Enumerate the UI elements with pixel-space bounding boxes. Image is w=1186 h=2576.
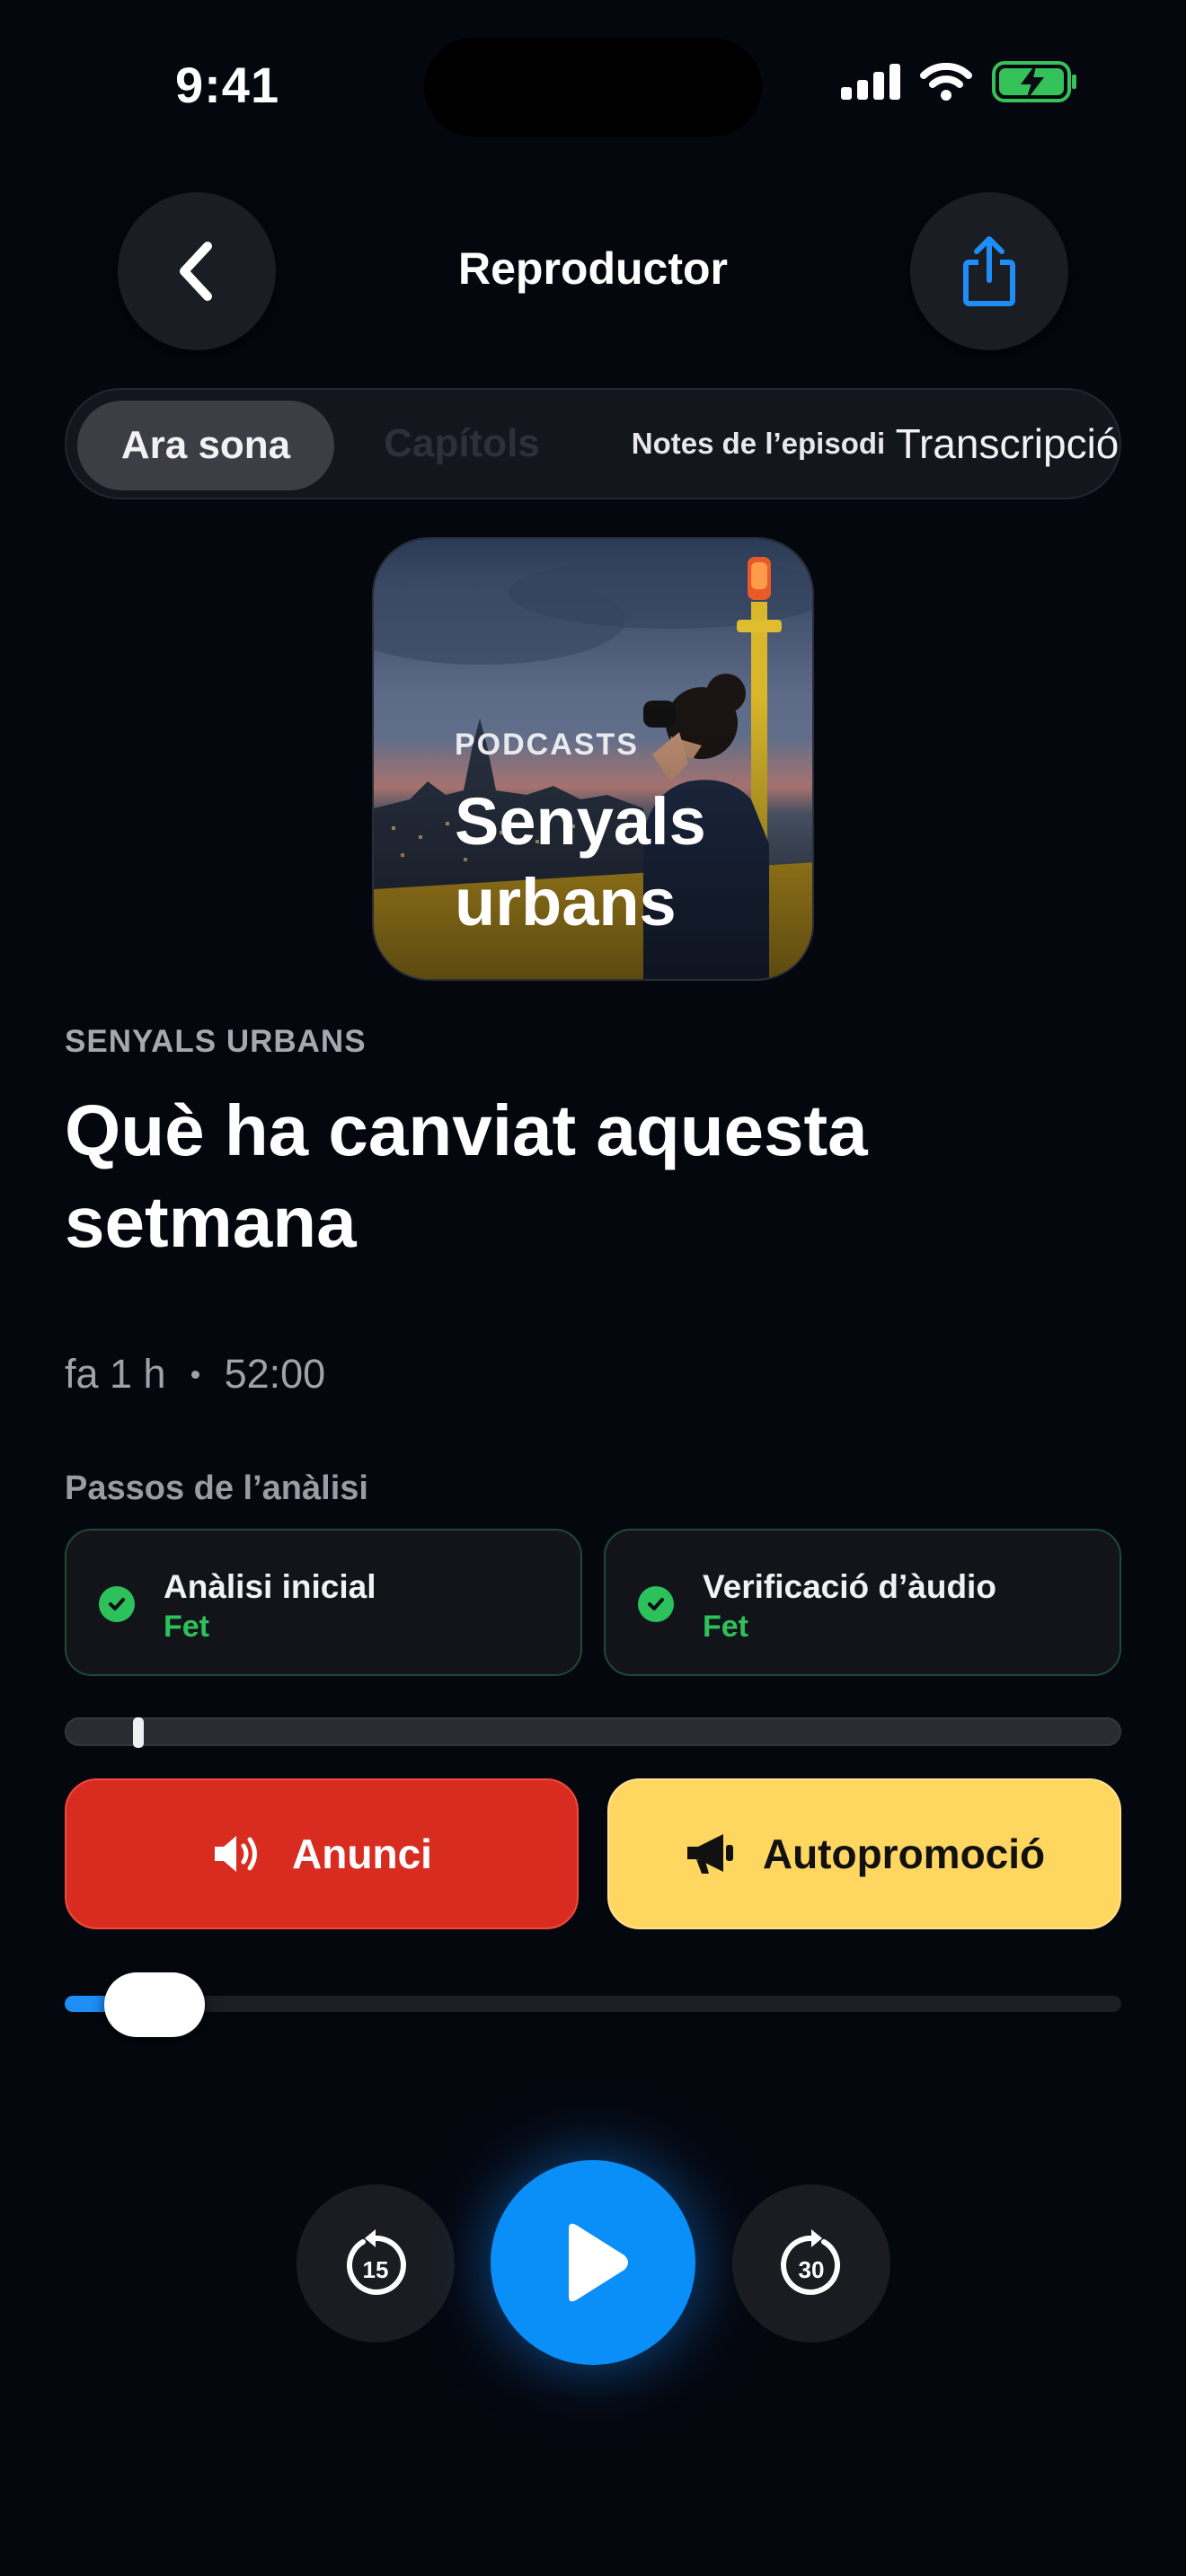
episode-title: Què ha canviat aquesta setmana bbox=[65, 1090, 868, 1262]
show-name: SENYALS URBANS bbox=[65, 1024, 367, 1059]
megaphone-icon bbox=[686, 1834, 733, 1874]
checkmark-icon bbox=[99, 1586, 135, 1622]
self-promo-label: Autopromoció bbox=[762, 1831, 1046, 1877]
ad-segment-button[interactable]: Anunci bbox=[65, 1778, 579, 1929]
podcast-artwork: PODCASTS Senyals urbans bbox=[372, 537, 814, 981]
step-status: Fet bbox=[164, 1610, 209, 1644]
status-icons bbox=[841, 61, 1078, 102]
step-name: Anàlisi inicial bbox=[164, 1568, 376, 1605]
artwork-title-line-1: Senyals bbox=[455, 784, 706, 859]
episode-duration: 52:00 bbox=[224, 1351, 326, 1397]
tab-transcript[interactable]: Transcripció bbox=[859, 390, 1155, 498]
wifi-icon bbox=[920, 63, 972, 101]
analysis-steps-label: Passos de l’anàlisi bbox=[65, 1469, 368, 1507]
cellular-signal-icon bbox=[841, 64, 900, 100]
artwork-label: PODCASTS bbox=[455, 728, 639, 762]
status-time: 9:41 bbox=[175, 57, 280, 113]
play-icon bbox=[569, 2223, 628, 2302]
self-promo-segment-button[interactable]: Autopromoció bbox=[607, 1778, 1121, 1929]
skip-back-icon: 15 bbox=[347, 2229, 406, 2295]
skip-back-15-button[interactable]: 15 bbox=[296, 2184, 455, 2342]
step-name: Verificació d’àudio bbox=[703, 1568, 996, 1605]
playback-scrubber-thumb[interactable] bbox=[103, 1972, 205, 2037]
skip-forward-icon: 30 bbox=[781, 2229, 840, 2295]
share-icon bbox=[963, 236, 1015, 306]
skip-back-seconds: 15 bbox=[363, 2256, 389, 2283]
dynamic-island bbox=[424, 38, 762, 137]
analysis-step-card: Anàlisi inicial Fet bbox=[65, 1529, 582, 1676]
checkmark-icon bbox=[638, 1586, 674, 1622]
step-status: Fet bbox=[703, 1610, 748, 1644]
speaker-volume-icon bbox=[215, 1836, 258, 1872]
battery-charging-icon bbox=[992, 61, 1076, 102]
play-button[interactable] bbox=[491, 2160, 695, 2365]
tab-now-playing[interactable]: Ara sona bbox=[77, 401, 334, 490]
episode-meta: fa 1 h 52:00 bbox=[65, 1351, 325, 1398]
segment-timeline[interactable] bbox=[65, 1717, 1121, 1746]
skip-forward-30-button[interactable]: 30 bbox=[732, 2184, 890, 2342]
playback-progress-track[interactable] bbox=[65, 1996, 1121, 2012]
artwork-title: Senyals urbans bbox=[455, 781, 706, 943]
tab-bar: Ara sona Capítols Notes de l’episodi Tra… bbox=[65, 388, 1121, 499]
separator-dot bbox=[190, 1370, 199, 1379]
skip-forward-seconds: 30 bbox=[799, 2256, 825, 2283]
analysis-step-card: Verificació d’àudio Fet bbox=[604, 1529, 1121, 1676]
published-time: fa 1 h bbox=[65, 1351, 166, 1397]
artwork-title-line-2: urbans bbox=[455, 865, 677, 940]
tab-chapters[interactable]: Capítols bbox=[372, 390, 552, 498]
share-button[interactable] bbox=[910, 192, 1068, 350]
ad-label: Anunci bbox=[292, 1831, 432, 1877]
segment-position-marker bbox=[133, 1717, 145, 1748]
